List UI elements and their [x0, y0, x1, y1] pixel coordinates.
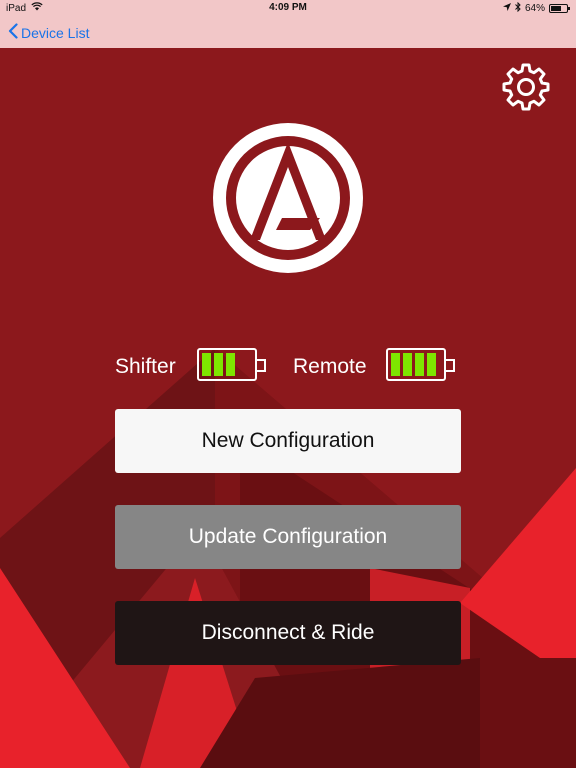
- new-configuration-button[interactable]: New Configuration: [115, 409, 461, 473]
- battery-icon: [549, 4, 570, 13]
- disconnect-ride-label: Disconnect & Ride: [201, 621, 375, 644]
- settings-gear-button[interactable]: [501, 62, 551, 112]
- shifter-battery-cells: [202, 353, 235, 376]
- remote-label: Remote: [293, 355, 367, 378]
- update-configuration-button[interactable]: Update Configuration: [115, 505, 461, 569]
- chevron-left-icon: [8, 23, 18, 42]
- navigation-bar: Device List: [0, 16, 576, 48]
- status-time: 4:09 PM: [269, 2, 307, 13]
- battery-terminal: [446, 359, 455, 372]
- status-bar: iPad 4:09 PM 64%: [0, 0, 576, 16]
- remote-battery-cell: [391, 353, 400, 376]
- logo-icon: [213, 123, 363, 273]
- location-icon: [502, 3, 511, 14]
- remote-battery-cells: [391, 353, 436, 376]
- battery-percent: 64%: [524, 3, 545, 14]
- remote-battery-cell: [403, 353, 412, 376]
- shifter-battery-cell: [226, 353, 235, 376]
- shifter-battery-indicator: [197, 348, 266, 381]
- brand-logo: [212, 122, 364, 274]
- new-configuration-label: New Configuration: [201, 429, 375, 452]
- remote-battery-indicator: [386, 348, 455, 381]
- gear-icon: [502, 63, 550, 111]
- battery-level-fill: [551, 6, 561, 11]
- status-right: 64%: [502, 1, 570, 15]
- remote-battery-cell: [415, 353, 424, 376]
- bluetooth-icon: [515, 1, 521, 15]
- shifter-battery-cell: [214, 353, 223, 376]
- shifter-battery-cell: [202, 353, 211, 376]
- battery-terminal: [257, 359, 266, 372]
- back-button[interactable]: Device List: [8, 23, 89, 42]
- update-configuration-label: Update Configuration: [188, 525, 388, 548]
- back-label: Device List: [21, 24, 90, 41]
- battery-status-row: Shifter Remote: [0, 346, 576, 386]
- remote-battery-cell: [427, 353, 436, 376]
- disconnect-ride-button[interactable]: Disconnect & Ride: [115, 601, 461, 665]
- shifter-label: Shifter: [115, 355, 176, 378]
